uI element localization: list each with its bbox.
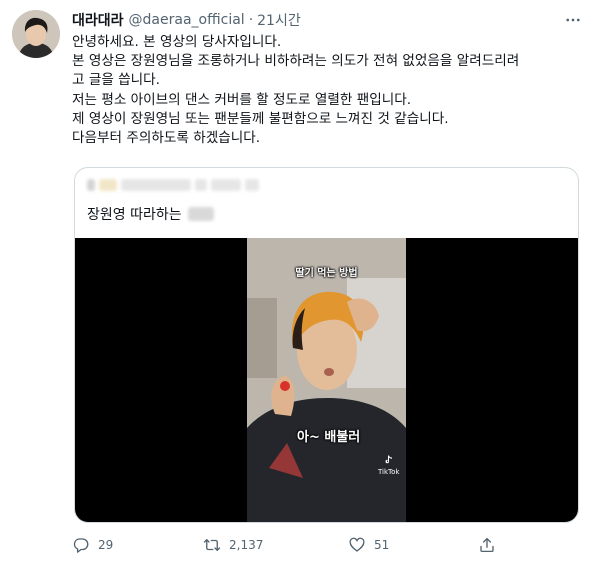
video-caption-mid: 아~ 배불러 bbox=[297, 430, 361, 445]
share-button[interactable] bbox=[478, 536, 496, 554]
quoted-tweet[interactable]: 장원영 따라하는 딸기 먹는 방법 아~ 배불러 TikTok bbox=[74, 167, 579, 523]
blurred-name bbox=[99, 179, 117, 191]
tweet-text-line: 제 영상이 장원영님 또는 팬분들께 불편함으로 느껴진 것 같습니다. bbox=[72, 110, 449, 127]
like-button[interactable]: 51 bbox=[348, 536, 389, 554]
blurred-name bbox=[121, 179, 191, 191]
video-caption-top: 딸기 먹는 방법 bbox=[295, 268, 358, 279]
user-handle[interactable]: @daeraa_official bbox=[129, 12, 245, 28]
avatar-image bbox=[12, 10, 60, 58]
tweet-header: 대라대라 @daeraa_official · 21시간 bbox=[72, 9, 575, 31]
retweet-count: 2,137 bbox=[229, 538, 264, 552]
tweet-text-line: 고 글을 씁니다. bbox=[72, 72, 161, 89]
quoted-author-blurred bbox=[87, 176, 259, 194]
more-button[interactable] bbox=[561, 8, 585, 32]
tweet-actions: 29 2,137 51 bbox=[72, 533, 512, 557]
reply-count: 29 bbox=[98, 538, 114, 552]
blurred-word bbox=[187, 207, 214, 221]
like-count: 51 bbox=[374, 538, 390, 552]
tweet-text-line: 다음부터 주의하도록 하겠습니다. bbox=[72, 130, 261, 147]
separator: · bbox=[248, 12, 254, 28]
tweet-text: 안녕하세요. 본 영상의 당사자입니다. 본 영상은 장원영님을 조롱하거나 비… bbox=[72, 33, 577, 148]
video-thumbnail bbox=[247, 238, 406, 522]
blurred-handle bbox=[195, 179, 207, 191]
tweet-text-line: 안녕하세요. 본 영상의 당사자입니다. bbox=[72, 34, 282, 50]
video-frame: 딸기 먹는 방법 아~ 배불러 TikTok bbox=[247, 238, 406, 522]
tiktok-icon bbox=[385, 455, 392, 464]
quoted-text: 장원영 따라하는 bbox=[87, 204, 214, 224]
tiktok-label: TikTok bbox=[378, 468, 400, 476]
display-name[interactable]: 대라대라 bbox=[72, 10, 124, 30]
avatar[interactable] bbox=[12, 10, 60, 58]
tweet-text-line: 본 영상은 장원영님을 조롱하거나 비하하려는 의도가 전혀 없었음을 알려드리… bbox=[72, 53, 520, 70]
retweet-icon bbox=[203, 539, 221, 551]
blurred-handle bbox=[211, 179, 241, 191]
retweet-button[interactable]: 2,137 bbox=[203, 536, 263, 554]
video-player[interactable]: 딸기 먹는 방법 아~ 배불러 TikTok bbox=[75, 238, 578, 522]
blurred-avatar bbox=[87, 179, 95, 191]
tweet-text-line: 저는 평소 아이브의 댄스 커버를 할 정도로 열렬한 팬입니다. bbox=[72, 91, 412, 108]
like-icon bbox=[349, 537, 365, 552]
reply-button[interactable]: 29 bbox=[72, 536, 113, 554]
quoted-text-content: 장원영 따라하는 bbox=[87, 207, 182, 223]
tweet: 대라대라 @daeraa_official · 21시간 안녕하세요. 본 영상… bbox=[0, 0, 595, 567]
reply-icon bbox=[73, 538, 89, 553]
more-icon bbox=[566, 18, 580, 22]
timestamp[interactable]: 21시간 bbox=[257, 10, 301, 30]
tiktok-watermark: TikTok bbox=[378, 454, 400, 476]
share-icon bbox=[480, 537, 494, 553]
blurred-time bbox=[245, 179, 259, 191]
